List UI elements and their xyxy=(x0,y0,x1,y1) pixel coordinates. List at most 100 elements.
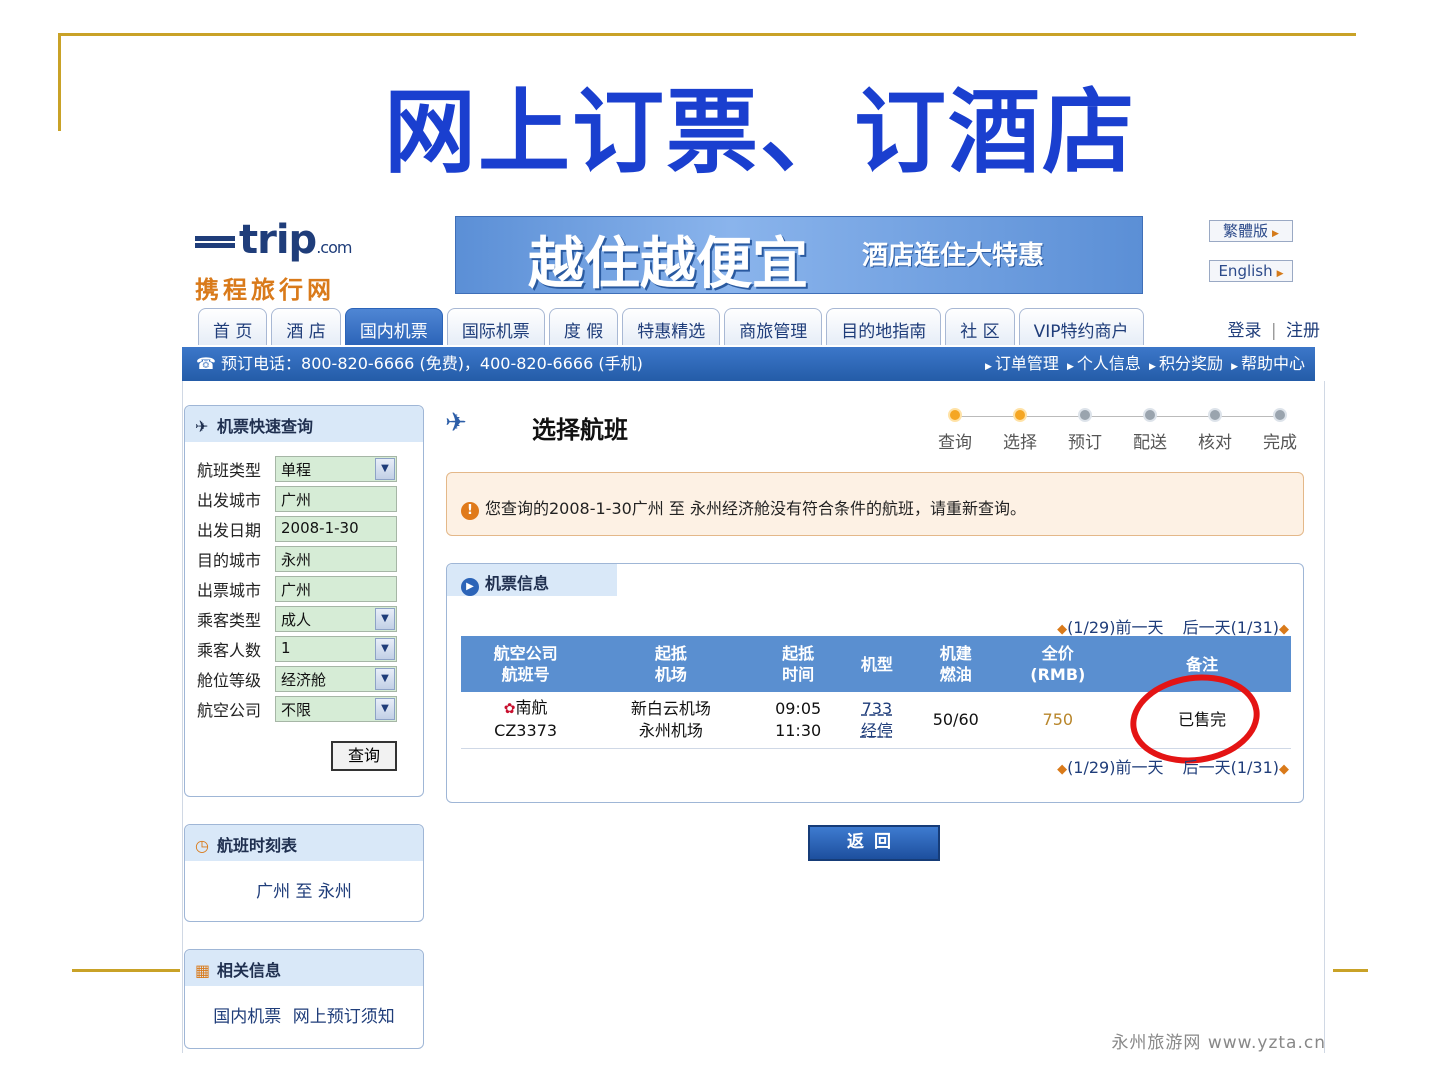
personal-info-link[interactable]: 个人信息 xyxy=(1077,354,1141,373)
logo-wordmark: trip.com xyxy=(195,220,427,268)
col-airline: 航空公司 航班号 xyxy=(461,636,591,692)
col-price-line2: (RMB) xyxy=(1030,665,1086,684)
tab-hotel[interactable]: 酒 店 xyxy=(271,308,341,345)
trip-type-label: 航班类型 xyxy=(197,461,262,480)
login-link[interactable]: 登录 xyxy=(1227,321,1261,341)
slide-title: 网上订票、订酒店 xyxy=(383,79,1136,186)
flight-number: CZ3373 xyxy=(494,721,557,741)
next-day-link[interactable]: 后一天(1/31) xyxy=(1183,758,1279,777)
china-southern-logo-icon: ✿ xyxy=(503,701,516,718)
watermark: 永州旅游网 www.yzta.cn xyxy=(1111,1033,1326,1053)
play-circle-icon: ▶ xyxy=(461,578,479,596)
ticket-info-tab: ▶ 机票信息 xyxy=(447,564,617,596)
ticket-city-label: 出票城市 xyxy=(197,581,262,600)
tab-vacation[interactable]: 度 假 xyxy=(548,308,619,345)
english-button[interactable]: English ▶ xyxy=(1209,260,1293,282)
col-tax: 机建 燃油 xyxy=(909,636,1003,692)
back-button[interactable]: 返回 xyxy=(808,825,940,861)
related-info-header: ▦ 相关信息 xyxy=(185,950,423,986)
col-plane-type: 机型 xyxy=(844,636,910,692)
trip-type-select[interactable]: 单程 ▼ xyxy=(275,456,397,482)
quick-search-header: ✈ 机票快速查询 xyxy=(185,406,423,442)
promo-banner[interactable]: 越住越便宜 酒店连住大特惠 xyxy=(455,216,1143,294)
col-airports: 起抵 机场 xyxy=(590,636,752,692)
logo-subtitle: 携程旅行网 xyxy=(195,276,335,304)
step-verify: 核对 xyxy=(1190,406,1240,453)
airline-select[interactable]: 不限 ▼ xyxy=(275,696,397,722)
tab-deals[interactable]: 特惠精选 xyxy=(622,308,721,345)
tab-business-travel[interactable]: 商旅管理 xyxy=(724,308,823,345)
step-dot-pending xyxy=(1078,408,1092,422)
arrow-left-icon: ◆ xyxy=(1057,622,1068,637)
step-book: 预订 xyxy=(1060,406,1110,453)
flights-table: 航空公司 航班号 起抵 机场 起抵 时间 机型 机建 燃油 全价 (RMB) 备注 ✿南航… xyxy=(461,636,1291,749)
col-times: 起抵 时间 xyxy=(751,636,845,692)
departure-time: 09:05 xyxy=(775,698,822,718)
tab-domestic-flights[interactable]: 国内机票 xyxy=(344,308,443,345)
tab-vip-merchants[interactable]: VIP特约商户 xyxy=(1018,308,1144,345)
arrival-time: 11:30 xyxy=(775,720,822,740)
info-bar: ☎ 预订电话：800-820-6666 (免费)，400-820-6666 (手… xyxy=(182,347,1315,381)
next-day-link[interactable]: 后一天(1/31) xyxy=(1183,618,1279,637)
step-label: 配送 xyxy=(1133,433,1167,453)
query-button[interactable]: 查询 xyxy=(331,741,397,771)
departure-city-input[interactable]: 广州 xyxy=(275,486,397,512)
related-links: 国内机票 网上预订须知 xyxy=(185,1002,423,1027)
ticket-city-row: 出票城市 广州 xyxy=(185,574,423,604)
step-dot-pending xyxy=(1273,408,1287,422)
ctrip-screenshot: trip.com 携程旅行网 越住越便宜 酒店连住大特惠 繁體版 ▶ Englis… xyxy=(180,210,1328,1055)
booking-notice-link[interactable]: 网上预订须知 xyxy=(293,1007,395,1027)
col-airports-line1: 起抵 xyxy=(654,644,687,663)
departure-date-input[interactable]: 2008-1-30 xyxy=(275,516,397,542)
ticket-info-panel: ▶ 机票信息 ◆(1/29)前一天 后一天(1/31)◆ 航空公司 航班号 起抵机场… xyxy=(446,563,1304,803)
full-price: 750 xyxy=(1042,709,1074,729)
airplane-icon: ✈ xyxy=(445,408,467,438)
timetable-panel: ◷ 航班时刻表 广州 至 永州 xyxy=(184,824,424,922)
tab-destination-guide[interactable]: 目的地指南 xyxy=(826,308,942,345)
arrow-right-icon: ▶ xyxy=(984,362,992,372)
passenger-type-select[interactable]: 成人 ▼ xyxy=(275,606,397,632)
tab-community[interactable]: 社 区 xyxy=(945,308,1015,345)
ctrip-logo[interactable]: trip.com 携程旅行网 xyxy=(195,220,427,304)
col-price-line1: 全价 xyxy=(1041,644,1074,663)
airline-name: 南航 xyxy=(515,698,548,718)
auth-links: 登录 | 注册 xyxy=(1227,316,1320,341)
related-info-title: 相关信息 xyxy=(217,961,282,980)
register-link[interactable]: 注册 xyxy=(1286,321,1320,341)
plane-type-link[interactable]: 733 xyxy=(862,699,893,718)
chevron-down-icon: ▼ xyxy=(375,668,395,690)
related-info-panel: ▦ 相关信息 国内机票 网上预订须知 xyxy=(184,949,424,1049)
remark-cell: 已售完 xyxy=(1113,692,1291,749)
tab-international-flights[interactable]: 国际机票 xyxy=(446,308,545,345)
ticket-city-input[interactable]: 广州 xyxy=(275,576,397,602)
col-tax-line2: 燃油 xyxy=(939,665,972,684)
domestic-flights-link[interactable]: 国内机票 xyxy=(213,1007,281,1027)
help-center-link[interactable]: 帮助中心 xyxy=(1241,354,1305,373)
destination-city-input[interactable]: 永州 xyxy=(275,546,397,572)
tab-home[interactable]: 首 页 xyxy=(198,308,268,345)
chevron-down-icon: ▼ xyxy=(375,608,395,630)
passenger-count-select[interactable]: 1 ▼ xyxy=(275,636,397,662)
arrow-right-icon: ▶ xyxy=(1276,269,1284,279)
sold-out-status: 已售完 xyxy=(1158,695,1246,745)
destination-city-label: 目的城市 xyxy=(197,551,262,570)
slide-bottom-rule-left xyxy=(72,969,182,972)
table-row: ✿南航 CZ3373 新白云机场 永州机场 09:05 11:30 733 经停 50/… xyxy=(461,692,1291,749)
timetable-route-link[interactable]: 广州 至 永州 xyxy=(185,877,423,902)
step-label: 查询 xyxy=(938,433,972,453)
price-cell: 750 xyxy=(1002,692,1114,749)
rewards-link[interactable]: 积分奖励 xyxy=(1159,354,1223,373)
step-complete: 完成 xyxy=(1255,406,1305,453)
cabin-class-select[interactable]: 经济舱 ▼ xyxy=(275,666,397,692)
times-cell: 09:05 11:30 xyxy=(751,692,845,749)
prev-day-link[interactable]: (1/29)前一天 xyxy=(1067,618,1163,637)
col-airports-line2: 机场 xyxy=(654,665,687,684)
stopover-link[interactable]: 经停 xyxy=(861,721,893,740)
plane-type-cell[interactable]: 733 经停 xyxy=(844,692,910,749)
col-times-line1: 起抵 xyxy=(782,644,815,663)
day-nav-bottom: ◆(1/29)前一天 后一天(1/31)◆ xyxy=(1057,754,1289,778)
departure-date-row: 出发日期 2008-1-30 xyxy=(185,514,423,544)
order-management-link[interactable]: 订单管理 xyxy=(995,354,1059,373)
traditional-chinese-button[interactable]: 繁體版 ▶ xyxy=(1209,220,1293,242)
prev-day-link[interactable]: (1/29)前一天 xyxy=(1067,758,1163,777)
